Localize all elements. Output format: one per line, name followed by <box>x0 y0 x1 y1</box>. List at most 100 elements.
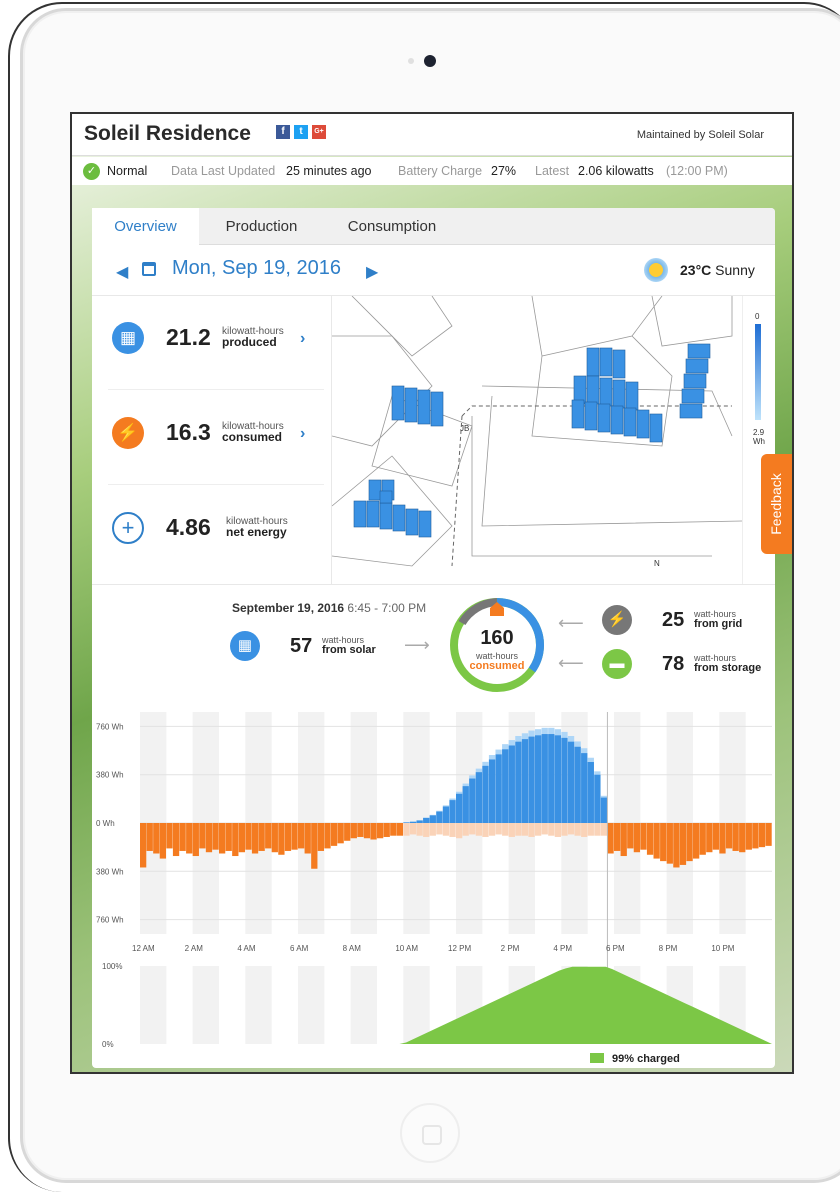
battery-charged-label: 99% charged <box>612 1053 680 1065</box>
consumption-bar <box>436 823 443 835</box>
roof-layout-map[interactable]: JB N <box>332 296 742 584</box>
produced-stat[interactable]: ▦ 21.2 kilowatt-hours produced › <box>108 296 324 390</box>
solar-bar <box>442 806 450 823</box>
solar-bar <box>403 822 410 823</box>
flow-date: September 19, 2016 <box>232 601 345 615</box>
consumption-bar <box>265 823 272 849</box>
solar-bar <box>423 817 430 823</box>
updated-label: Data Last Updated <box>171 164 276 178</box>
flow-grid-value: 25 <box>662 609 685 631</box>
solar-bar <box>456 793 463 823</box>
consumption-bar <box>567 823 575 835</box>
tab-production[interactable]: Production <box>204 208 319 245</box>
consumption-bar <box>357 823 364 837</box>
solar-bar <box>416 820 423 823</box>
header: Soleil Residence f t G+ Maintained by So… <box>72 114 792 156</box>
solar-bar <box>548 734 555 823</box>
solar-panel-icon: ▦ <box>112 322 144 354</box>
weather-cond: Sunny <box>715 262 755 278</box>
solar-bar <box>521 739 529 823</box>
consumption-bar <box>528 823 535 837</box>
consumption-bar <box>561 823 568 836</box>
produced-value: 21.2 <box>166 324 211 350</box>
solar-bar <box>528 736 535 823</box>
x-tick-label: 6 PM <box>606 944 625 953</box>
arrow-left-icon: ⟵ <box>558 653 584 673</box>
x-tick-label: 10 PM <box>711 944 734 953</box>
consumption-bar <box>706 823 713 853</box>
arrow-right-icon: ⟶ <box>404 635 430 655</box>
consumption-bar <box>370 823 377 840</box>
solar-bar <box>600 797 608 823</box>
energy-charts[interactable]: 760 Wh 380 Wh 0 Wh 380 Wh 760 Wh 12 AM 2 AM 4 A… <box>92 704 775 1068</box>
consumption-bar <box>646 823 654 855</box>
consumption-bar <box>587 823 594 836</box>
energy-summary: ▦ 21.2 kilowatt-hours produced › ⚡ 16.3 k… <box>92 296 332 584</box>
consumption-bar <box>456 823 463 839</box>
consumption-bar <box>752 823 759 849</box>
solar-bar <box>574 746 581 823</box>
consumption-bar <box>344 823 351 841</box>
consumption-bar <box>146 823 153 851</box>
date-bar: ◀ Mon, Sep 19, 2016 ▶ 23°C Sunny <box>92 246 775 296</box>
consumption-bar <box>396 823 404 836</box>
solar-bar <box>594 774 601 823</box>
grid-band <box>140 966 167 1044</box>
weather-text: 23°C Sunny <box>680 262 755 278</box>
latest-value: 2.06 kilowatts <box>578 164 654 178</box>
consumed-stat[interactable]: ⚡ 16.3 kilowatt-hours consumed › <box>108 391 324 485</box>
consumption-bar <box>284 823 292 851</box>
consumption-bar <box>390 823 397 836</box>
consumption-bar <box>153 823 160 854</box>
solar-bar <box>502 749 509 823</box>
home-button[interactable] <box>400 1103 460 1163</box>
produced-unit: kilowatt-hours produced <box>222 326 284 348</box>
consumption-bar <box>258 823 265 851</box>
consumed-value: 16.3 <box>166 419 211 445</box>
google-plus-icon[interactable]: G+ <box>312 125 326 139</box>
plus-circle-icon: + <box>112 512 144 544</box>
consumption-bar <box>620 823 627 857</box>
consumption-bar <box>495 823 502 835</box>
north-label: N <box>654 559 660 568</box>
current-date[interactable]: Mon, Sep 19, 2016 <box>172 257 341 280</box>
consumption-bar <box>488 823 496 836</box>
weather-temp: 23°C <box>680 262 712 278</box>
consumption-bar <box>238 823 246 853</box>
consumption-bar <box>212 823 219 850</box>
status-bar: ✓ Normal Data Last Updated 25 minutes ag… <box>72 157 792 185</box>
consumption-bar <box>535 823 542 836</box>
consumption-bar <box>679 823 687 865</box>
consumption-bar <box>765 823 772 846</box>
tab-consumption[interactable]: Consumption <box>332 208 452 245</box>
solar-bar <box>495 754 502 823</box>
chevron-right-icon[interactable]: › <box>300 425 305 443</box>
x-tick-label: 4 PM <box>553 944 572 953</box>
battery-label: Battery Charge <box>398 164 483 178</box>
consumption-bar <box>482 823 489 837</box>
latest-time: (12:00 PM) <box>666 164 728 178</box>
consumption-bar <box>278 823 285 855</box>
chevron-right-icon[interactable]: › <box>300 330 305 348</box>
solar-bar <box>567 741 575 823</box>
grid-band <box>350 966 377 1044</box>
tab-overview[interactable]: Overview <box>92 208 199 245</box>
legend-unit: Wh <box>753 437 765 446</box>
prev-day-arrow-icon[interactable]: ◀ <box>116 262 128 282</box>
next-day-arrow-icon[interactable]: ▶ <box>366 262 378 282</box>
app-screen: Soleil Residence f t G+ Maintained by So… <box>70 112 794 1074</box>
consumption-bar <box>383 823 390 837</box>
consumption-bar <box>693 823 700 859</box>
twitter-icon[interactable]: t <box>294 125 308 139</box>
calendar-icon[interactable] <box>142 262 156 276</box>
sunny-weather-icon <box>644 258 668 282</box>
maintainer-text: Maintained by Soleil Solar <box>636 129 764 141</box>
facebook-icon[interactable]: f <box>276 125 290 139</box>
net-energy-stat: + 4.86 kilowatt-hours net energy <box>108 486 324 580</box>
flow-solar-label: from solar <box>322 644 376 656</box>
check-icon: ✓ <box>83 163 100 180</box>
roof-map-svg: JB N <box>332 296 742 568</box>
consumption-bar <box>140 823 147 868</box>
site-title: Soleil Residence <box>84 122 251 145</box>
feedback-button[interactable]: Feedback <box>761 454 792 554</box>
